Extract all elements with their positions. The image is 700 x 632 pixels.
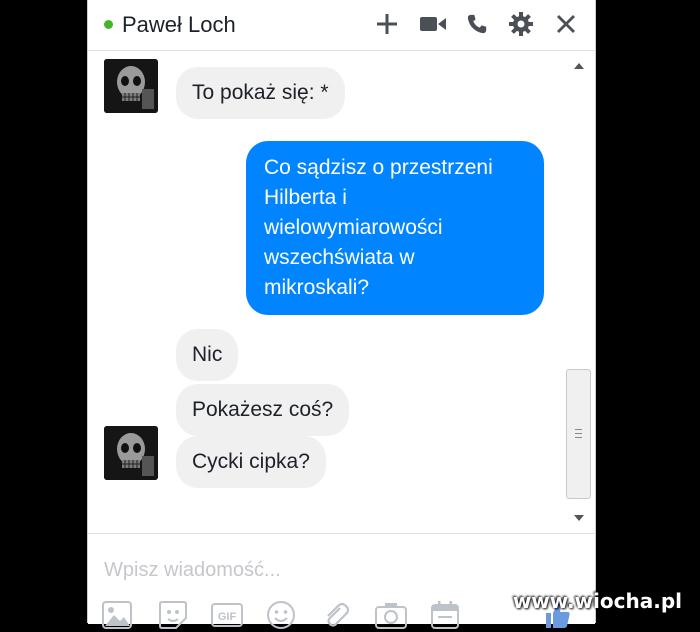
video-camera-icon[interactable] bbox=[418, 9, 448, 39]
incoming-message: Nic bbox=[176, 329, 239, 381]
scroll-up-arrow-icon[interactable] bbox=[574, 63, 584, 69]
message-list: To pokaż się: * Co sądzisz o przestrzeni… bbox=[88, 51, 564, 532]
avatar[interactable] bbox=[104, 59, 158, 113]
incoming-message: Cycki cipka? bbox=[176, 436, 326, 488]
incoming-message: To pokaż się: * bbox=[176, 67, 345, 119]
skull-avatar-image bbox=[104, 59, 158, 113]
scrollbar[interactable] bbox=[564, 51, 595, 532]
outgoing-message: Co sądzisz o przestrzeni Hilberta i wiel… bbox=[246, 141, 544, 315]
gif-icon[interactable]: GIF bbox=[210, 598, 244, 632]
scroll-down-arrow-icon[interactable] bbox=[574, 515, 584, 521]
emoji-icon[interactable] bbox=[264, 598, 298, 632]
message-input[interactable] bbox=[102, 554, 506, 586]
attachment-icon[interactable] bbox=[318, 598, 352, 632]
phone-icon[interactable] bbox=[462, 9, 492, 39]
online-status-dot bbox=[104, 20, 113, 29]
close-icon[interactable] bbox=[551, 9, 581, 39]
scroll-thumb[interactable] bbox=[566, 369, 591, 499]
incoming-message: Pokażesz coś? bbox=[176, 384, 350, 436]
sticker-icon[interactable] bbox=[156, 598, 190, 632]
skull-avatar-image bbox=[104, 426, 158, 480]
watermark: www.wiocha.pl bbox=[512, 589, 682, 613]
avatar[interactable] bbox=[104, 426, 158, 480]
plus-icon[interactable] bbox=[372, 9, 402, 39]
contact-name[interactable]: Paweł Loch bbox=[122, 12, 236, 38]
chat-window: Paweł Loch To pokaż się: * Co sądzisz o … bbox=[87, 0, 596, 629]
gear-icon[interactable] bbox=[506, 9, 536, 39]
svg-text:GIF: GIF bbox=[218, 611, 237, 623]
camera-icon[interactable] bbox=[374, 598, 408, 632]
chat-titlebar: Paweł Loch bbox=[88, 0, 595, 51]
calendar-icon[interactable] bbox=[428, 598, 462, 632]
image-icon[interactable] bbox=[100, 598, 134, 632]
